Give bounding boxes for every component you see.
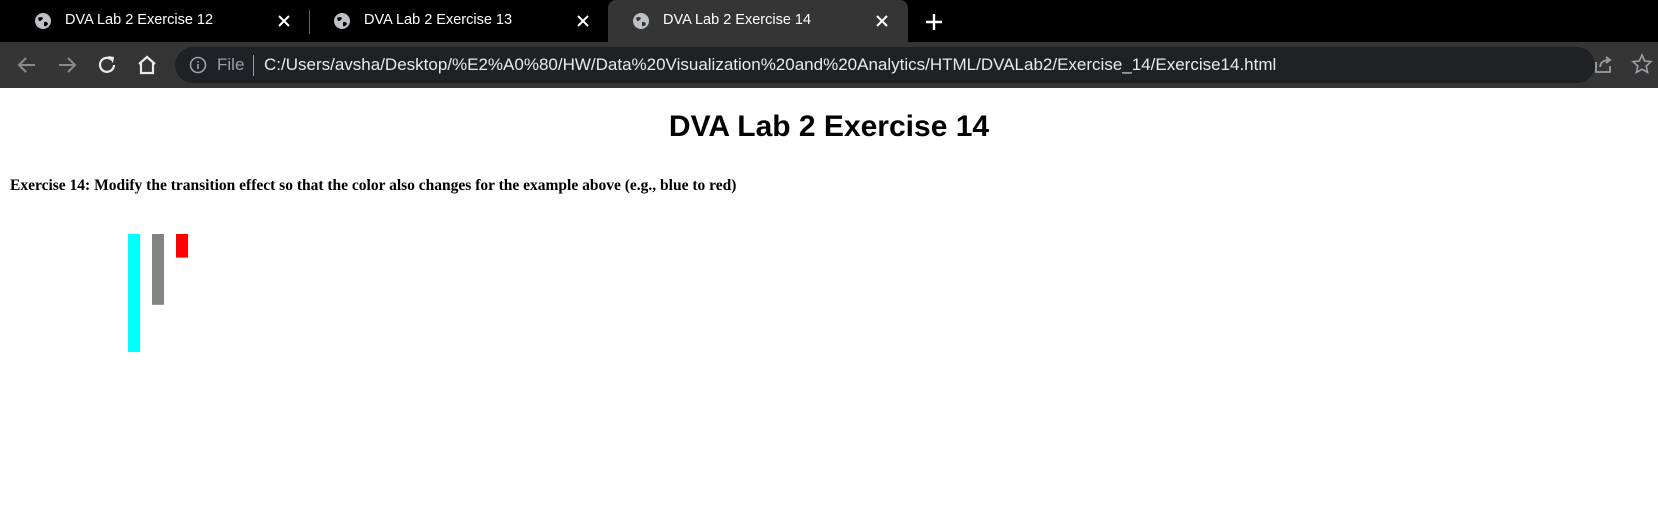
omnibox-separator [253, 55, 254, 76]
tab-exercise-12[interactable]: DVA Lab 2 Exercise 12 [10, 0, 310, 42]
browser-chrome: DVA Lab 2 Exercise 12 DVA Lab 2 Exercise… [0, 0, 1658, 88]
tab-title: DVA Lab 2 Exercise 13 [364, 12, 513, 28]
close-icon[interactable] [874, 13, 890, 29]
tab-title: DVA Lab 2 Exercise 12 [65, 12, 214, 28]
tab-title: DVA Lab 2 Exercise 14 [663, 12, 812, 28]
bar-2 [152, 234, 164, 305]
new-tab-plus-icon[interactable] [922, 10, 946, 34]
info-icon[interactable] [189, 56, 207, 74]
tab-exercise-13[interactable]: DVA Lab 2 Exercise 13 [309, 0, 609, 42]
close-icon[interactable] [575, 13, 591, 29]
toolbar: File C:/Users/avsha/Desktop/%E2%A0%80/HW… [0, 42, 1658, 88]
url-text[interactable]: C:/Users/avsha/Desktop/%E2%A0%80/HW/Data… [264, 55, 1276, 75]
reload-icon[interactable] [94, 52, 120, 78]
tab-exercise-14[interactable]: DVA Lab 2 Exercise 14 [608, 0, 908, 42]
globe-icon [334, 13, 350, 29]
bar-1 [128, 234, 140, 352]
bar-3 [176, 234, 188, 258]
close-icon[interactable] [276, 13, 292, 29]
scheme-label: File [217, 55, 245, 74]
address-bar[interactable]: File C:/Users/avsha/Desktop/%E2%A0%80/HW… [175, 47, 1595, 83]
forward-icon[interactable] [54, 52, 80, 78]
globe-icon [35, 13, 51, 29]
page-content: DVA Lab 2 Exercise 14 Exercise 14: Modif… [0, 88, 1658, 527]
back-icon[interactable] [14, 52, 40, 78]
globe-icon [633, 13, 649, 29]
bookmark-star-icon[interactable] [1631, 53, 1653, 75]
home-icon[interactable] [134, 52, 160, 78]
tab-strip: DVA Lab 2 Exercise 12 DVA Lab 2 Exercise… [0, 0, 1658, 42]
share-icon[interactable] [1592, 53, 1614, 75]
bar-chart [128, 234, 188, 352]
